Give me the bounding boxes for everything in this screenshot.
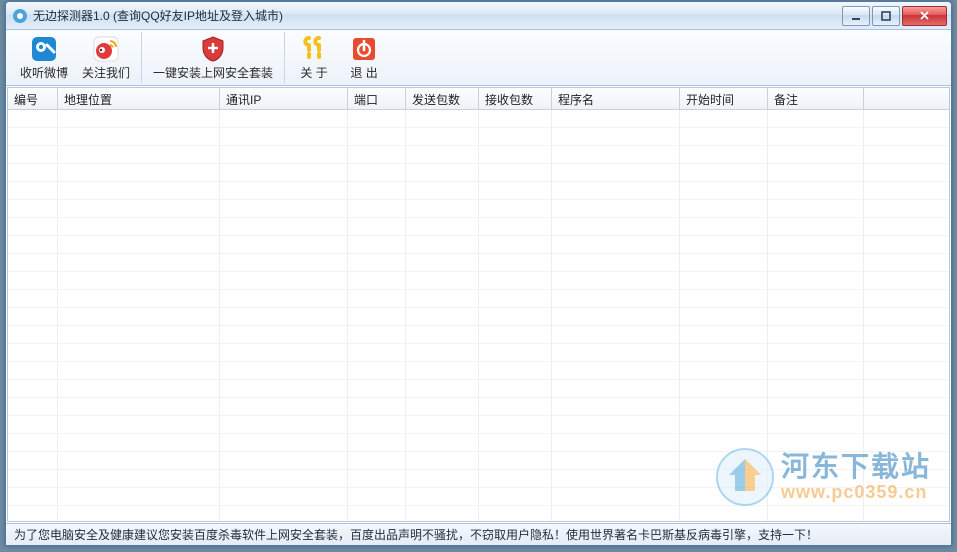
table-header: 编号地理位置通讯IP端口发送包数接收包数程序名开始时间备注	[8, 88, 949, 110]
weibo-follow-icon	[92, 35, 120, 63]
install-security-button[interactable]: 一键安装上网安全套装	[146, 33, 280, 83]
application-window: 无边探测器1.0 (查询QQ好友IP地址及登入城市) 收听微博	[5, 1, 952, 546]
toolbar-label: 一键安装上网安全套装	[153, 64, 273, 81]
column-header[interactable]: 通讯IP	[220, 88, 348, 109]
about-button[interactable]: 关 于	[289, 33, 339, 83]
column-header[interactable]: 开始时间	[680, 88, 768, 109]
toolbar-label: 退 出	[350, 64, 377, 81]
maximize-button[interactable]	[872, 6, 900, 26]
table-body[interactable]	[8, 110, 949, 521]
window-controls	[842, 6, 947, 26]
exit-button[interactable]: 退 出	[339, 33, 389, 83]
column-header[interactable]: 编号	[8, 88, 58, 109]
column-header[interactable]: 备注	[768, 88, 864, 109]
titlebar[interactable]: 无边探测器1.0 (查询QQ好友IP地址及登入城市)	[6, 2, 951, 30]
question-icon	[300, 35, 328, 63]
column-header[interactable]: 发送包数	[406, 88, 479, 109]
app-icon	[12, 8, 28, 24]
toolbar-label: 关注我们	[82, 64, 130, 81]
power-icon	[350, 35, 378, 63]
column-header[interactable]: 地理位置	[58, 88, 220, 109]
close-button[interactable]	[902, 6, 947, 26]
data-table: 编号地理位置通讯IP端口发送包数接收包数程序名开始时间备注	[7, 87, 950, 522]
column-header[interactable]: 程序名	[552, 88, 680, 109]
weibo-listen-icon	[30, 35, 58, 63]
minimize-button[interactable]	[842, 6, 870, 26]
window-title: 无边探测器1.0 (查询QQ好友IP地址及登入城市)	[33, 7, 283, 24]
column-header[interactable]: 端口	[348, 88, 406, 109]
column-header[interactable]: 接收包数	[479, 88, 552, 109]
toolbar-label: 关 于	[300, 64, 327, 81]
statusbar: 为了您电脑安全及健康建议您安装百度杀毒软件上网安全套装，百度出品声明不骚扰，不窃…	[6, 523, 951, 545]
follow-us-button[interactable]: 关注我们	[75, 33, 137, 83]
toolbar: 收听微博 关注我们 一键安装上网安全套装 关 于	[6, 30, 951, 86]
status-text: 为了您电脑安全及健康建议您安装百度杀毒软件上网安全套装，百度出品声明不骚扰，不窃…	[14, 526, 818, 543]
toolbar-label: 收听微博	[20, 64, 68, 81]
column-header-filler	[864, 88, 949, 109]
shield-icon	[199, 35, 227, 63]
listen-weibo-button[interactable]: 收听微博	[13, 33, 75, 83]
